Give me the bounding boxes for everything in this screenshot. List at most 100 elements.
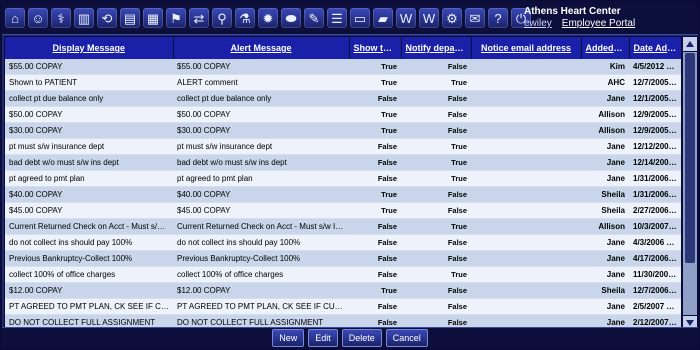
- edit-button[interactable]: Edit: [308, 329, 338, 347]
- table-row[interactable]: bad debt w/o must s/w ins dept bad debt w…: [5, 154, 681, 171]
- stethoscope-icon[interactable]: ⚲: [212, 8, 232, 28]
- table-cell: Jane: [581, 90, 629, 107]
- page-icon[interactable]: ▭: [350, 8, 370, 28]
- table-cell: True: [349, 202, 401, 219]
- table-cell: [471, 250, 581, 267]
- table-cell: pt must s/w insurance dept: [5, 138, 173, 155]
- table-row[interactable]: pt agreed to pmt plan pt agreed to pmt pl…: [5, 170, 681, 187]
- settings-icon[interactable]: ⚙: [442, 8, 462, 28]
- home-icon[interactable]: ⌂: [5, 8, 25, 28]
- mail-icon[interactable]: ✉: [465, 8, 485, 28]
- help-icon[interactable]: ?: [488, 8, 508, 28]
- table-cell: Jane: [581, 234, 629, 251]
- table-cell: [471, 186, 581, 203]
- table-cell: [471, 59, 581, 75]
- table-cell: collect pt due balance only: [5, 90, 173, 107]
- wordpress-icon[interactable]: W: [396, 8, 416, 28]
- doctor-icon[interactable]: ⚕: [51, 8, 71, 28]
- cancel-button[interactable]: Cancel: [385, 329, 428, 347]
- table-cell: False: [401, 106, 471, 123]
- refresh-icon[interactable]: ⟲: [97, 8, 117, 28]
- table-cell: $55.00 COPAY: [5, 59, 173, 75]
- table-cell: pt agreed to pmt plan: [5, 170, 173, 187]
- table-cell: True: [401, 138, 471, 155]
- table-cell: [471, 170, 581, 187]
- arrows-icon[interactable]: ⇄: [189, 8, 209, 28]
- employee-portal-link[interactable]: Employee Portal: [562, 18, 635, 30]
- column-header[interactable]: Alert Message: [173, 37, 350, 59]
- table-cell: Jane: [581, 154, 629, 171]
- table-cell: 1/31/2006 3:49:19 PM: [629, 186, 681, 203]
- table-cell: 11/30/2006 9:14:49 AM: [629, 266, 681, 283]
- table-row[interactable]: pt must s/w insurance dept pt must s/w in…: [5, 138, 681, 155]
- list-icon[interactable]: ☰: [327, 8, 347, 28]
- table-cell: Previous Bankruptcy-Collect 100%: [5, 250, 173, 267]
- table-row[interactable]: collect 100% of office charges collect 10…: [5, 266, 681, 283]
- column-header[interactable]: Date Added: [629, 37, 681, 59]
- table-cell: bad debt w/o must s/w ins dept: [173, 154, 349, 171]
- chart-icon[interactable]: ▥: [74, 8, 94, 28]
- table-row[interactable]: $45.00 COPAY $45.00 COPAY True False Sheila 2…: [5, 202, 681, 219]
- table-cell: False: [349, 250, 401, 267]
- table-cell: Allison: [581, 122, 629, 139]
- table-row[interactable]: $50.00 COPAY $50.00 COPAY True False Allison…: [5, 106, 681, 123]
- lab-flask-icon[interactable]: ⚗: [235, 8, 255, 28]
- column-header[interactable]: Notice email address: [471, 37, 582, 59]
- table-cell: $55.00 COPAY: [173, 59, 349, 75]
- table-cell: Allison: [581, 106, 629, 123]
- table-cell: 4/17/2006 11:55:05 AM: [629, 250, 681, 267]
- table-cell: Jane: [581, 250, 629, 267]
- pencil-icon[interactable]: ✎: [304, 8, 324, 28]
- new-button[interactable]: New: [272, 329, 305, 347]
- table-cell: [471, 234, 581, 251]
- document-icon[interactable]: ▤: [120, 8, 140, 28]
- wordpress-icon-2[interactable]: W: [419, 8, 439, 28]
- column-header[interactable]: Added by: [581, 37, 630, 59]
- table-row[interactable]: Previous Bankruptcy-Collect 100% Previous…: [5, 250, 681, 267]
- table-cell: [471, 282, 581, 299]
- table-row[interactable]: $55.00 COPAY $55.00 COPAY True False Kim 4/5/…: [5, 59, 681, 75]
- table-cell: $30.00 COPAY: [173, 122, 349, 139]
- table-cell: False: [401, 234, 471, 251]
- table-row[interactable]: $40.00 COPAY $40.00 COPAY True False Sheila 1…: [5, 186, 681, 203]
- table-row[interactable]: collect pt due balance only collect pt du…: [5, 90, 681, 107]
- table-row[interactable]: PT AGREED TO PMT PLAN, CK SEE IF CURRENT…: [5, 298, 681, 315]
- table-cell: collect 100% of office charges: [173, 266, 349, 283]
- vertical-scrollbar[interactable]: [682, 36, 698, 331]
- table-row[interactable]: Current Returned Check on Acct - Must s/…: [5, 218, 681, 235]
- username-link[interactable]: ewiley: [524, 18, 552, 30]
- table-row[interactable]: Shown to PATIENT ALERT comment True True AHC…: [5, 74, 681, 91]
- delete-button[interactable]: Delete: [341, 329, 382, 347]
- pill-icon[interactable]: ⬬: [281, 8, 301, 28]
- scroll-up-button[interactable]: [683, 37, 697, 52]
- column-header[interactable]: Display Message: [5, 37, 174, 59]
- table-row[interactable]: $12.00 COPAY $12.00 COPAY True False Sheila 1…: [5, 282, 681, 299]
- table-cell: Sheila: [581, 282, 629, 299]
- table-cell: do not collect ins should pay 100%: [5, 234, 173, 251]
- flag-icon[interactable]: ⚑: [166, 8, 186, 28]
- gear-sun-icon[interactable]: ✹: [258, 8, 278, 28]
- user-row: ewiley Employee Portal: [524, 18, 642, 30]
- table-cell: True: [401, 218, 471, 235]
- column-header[interactable]: Notify department?: [401, 37, 472, 59]
- alerts-table-container: Display MessageAlert MessageShow to pati…: [4, 36, 682, 331]
- table-cell: $45.00 COPAY: [5, 202, 173, 219]
- table-cell: 12/14/2005 2:25:50 PM: [629, 154, 681, 171]
- user-icon[interactable]: ☺: [28, 8, 48, 28]
- table-cell: False: [401, 250, 471, 267]
- table-cell: $50.00 COPAY: [5, 106, 173, 123]
- table-cell: 10/3/2007 9:53:27 AM: [629, 218, 681, 235]
- table-row[interactable]: do not collect ins should pay 100% do not…: [5, 234, 681, 251]
- calculator-icon[interactable]: ▦: [143, 8, 163, 28]
- table-cell: 12/7/2006 10:11:51 AM: [629, 282, 681, 299]
- table-cell: [471, 106, 581, 123]
- table-cell: collect 100% of office charges: [5, 266, 173, 283]
- folder-icon[interactable]: ▰: [373, 8, 393, 28]
- table-cell: $40.00 COPAY: [173, 186, 349, 203]
- table-cell: AHC: [581, 74, 629, 91]
- scroll-thumb[interactable]: [685, 53, 695, 263]
- table-row[interactable]: $30.00 COPAY $30.00 COPAY True False Allison…: [5, 122, 681, 139]
- column-header[interactable]: Show to patient?: [349, 37, 402, 59]
- org-title: Athens Heart Center: [524, 6, 621, 17]
- table-cell: pt must s/w insurance dept: [173, 138, 349, 155]
